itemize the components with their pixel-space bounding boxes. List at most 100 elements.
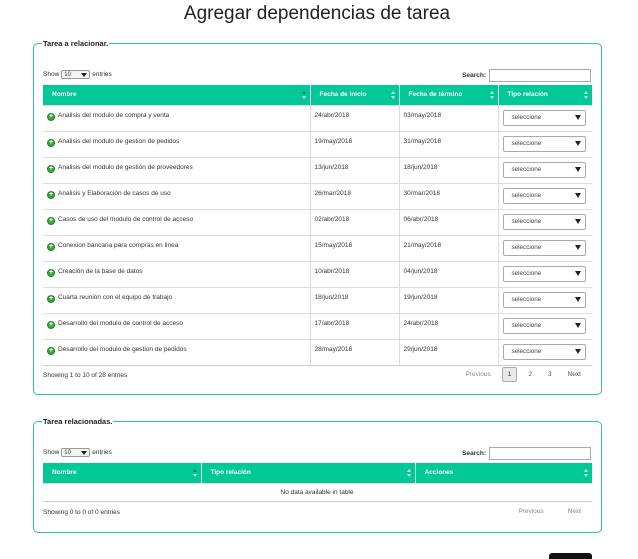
select-value: seleccione [511,166,542,173]
show-label: Show [43,71,60,78]
entries-length-select[interactable]: 10 [61,70,91,79]
column-header-nombre[interactable]: Nombre [43,85,311,105]
end-date: 24/abr/2018 [399,312,499,339]
next-button[interactable]: Next [563,505,586,518]
submit-button[interactable] [549,553,592,559]
table-row: + Analisis del modulo de gestión de prove… [43,156,592,183]
expand-plus-icon[interactable]: + [47,268,55,277]
relation-type-select[interactable]: seleccione [502,265,586,282]
select-value: seleccione [511,322,542,329]
task-name: Cuarta reunión con el equipo de trabajo [58,293,173,301]
end-date: 06/abr/2018 [399,208,499,235]
relation-cell: seleccione [498,260,592,287]
search-input[interactable] [489,69,591,82]
task-name-cell: + Creación de la base de datos [43,260,311,287]
page-button-2[interactable]: 2 [523,368,537,381]
column-label: Tipo relación [507,91,548,99]
end-date: 19/jun/2018 [399,286,499,313]
expand-plus-icon[interactable]: + [47,138,55,147]
column-header-acciones[interactable]: Acciones [415,463,592,483]
relation-type-select[interactable]: seleccione [502,343,586,360]
table-row: + Creación de la base de datos 10/abr/201… [43,260,592,287]
relation-type-select[interactable]: seleccione [502,291,586,308]
pagination: Previous 1 2 3 Next [454,367,586,382]
chevron-down-icon [574,245,581,250]
show-label: Show [43,449,60,456]
task-name-cell: + Desarrollo del modulo de gestion de ped… [43,338,311,366]
column-header-nombre[interactable]: Nombre [43,463,202,483]
page-button-1[interactable]: 1 [501,367,518,382]
table-row: + Analisis del modulo de gestion de pedid… [43,130,592,157]
relation-type-select[interactable]: seleccione [502,317,586,334]
related-tasks-table: Nombre Tipo relación Acciones No data av… [43,463,592,502]
chevron-down-icon [574,115,581,120]
task-name: Analisis del modulo de gestión de provee… [58,163,193,171]
relation-type-select[interactable]: seleccione [502,239,586,256]
relation-type-select[interactable]: seleccione [502,135,586,152]
column-header-fecha-inicio[interactable]: Fecha de inicio [310,85,400,105]
column-header-fecha-termino[interactable]: Fecha de término [399,85,499,105]
column-label: Nombre [52,91,77,99]
relation-cell: seleccione [498,234,592,261]
sort-icon [192,469,198,478]
relation-cell: seleccione [498,130,592,157]
previous-button[interactable]: Previous [513,505,548,518]
select-value: seleccione [511,270,542,277]
sort-icon [390,91,396,100]
previous-button[interactable]: Previous [460,368,495,381]
start-date: 17/abr/2018 [310,312,400,339]
entries-length-select[interactable]: 10 [61,448,91,457]
panel-legend: Tarea a relacionar. [42,39,110,49]
expand-plus-icon[interactable]: + [47,112,55,121]
search-input[interactable] [489,447,591,460]
start-date: 24/abr/2018 [310,104,400,131]
table-info: Showing 1 to 10 of 28 entries [43,372,128,379]
relation-type-select[interactable]: seleccione [502,109,586,126]
task-name-cell: + Analisis del modulo de gestion de pedid… [43,130,311,157]
length-value: 10 [64,449,71,456]
task-name: Conexion bancaria para compras en linea [58,241,179,249]
chevron-down-icon [574,271,581,276]
relation-type-select[interactable]: seleccione [502,161,586,178]
relation-type-select[interactable]: seleccione [502,187,586,204]
end-date: 30/mar/2018 [399,182,499,209]
sort-icon [301,91,307,100]
search-label: Search: [462,450,486,457]
column-label: Fecha de término [408,91,463,99]
expand-plus-icon[interactable]: + [47,320,55,329]
relation-cell: seleccione [498,156,592,183]
expand-plus-icon[interactable]: + [47,346,55,355]
page-button-3[interactable]: 3 [543,368,557,381]
relation-cell: seleccione [498,208,592,235]
task-name: Creación de la base de datos [58,267,143,275]
column-header-tipo-relacion[interactable]: Tipo relación [201,463,416,483]
task-name: Desarrollo del modulo de control de acce… [58,319,184,327]
table-row: + Cuarta reunión con el equipo de trabajo… [43,286,592,313]
sort-icon [489,91,495,100]
chevron-down-icon [81,450,88,455]
chevron-down-icon [574,349,581,354]
expand-plus-icon[interactable]: + [47,164,55,173]
next-button[interactable]: Next [563,368,586,381]
chevron-down-icon [574,193,581,198]
task-name-cell: + Desarrollo del modulo de control de acc… [43,312,311,339]
task-name: Desarrollo del modulo de gestion de pedi… [58,345,187,353]
start-date: 18/jun/2018 [310,286,400,313]
table-row: + Analisis y Elaboración de casos de uso … [43,182,592,209]
relation-cell: seleccione [498,182,592,209]
expand-plus-icon[interactable]: + [47,216,55,225]
relation-cell: seleccione [498,104,592,131]
tarea-relacionadas-panel: Tarea relacionadas. Show 10 entries Sear… [33,417,602,533]
start-date: 10/abr/2018 [310,260,400,287]
relation-type-select[interactable]: seleccione [502,213,586,230]
select-value: seleccione [511,192,542,199]
relation-cell: seleccione [498,312,592,339]
column-header-tipo-relacion[interactable]: Tipo relación [498,85,592,105]
table-row: + Casos de uso del modulo de control de a… [43,208,592,235]
task-name: Casos de uso del modulo de control de ac… [58,215,194,223]
expand-plus-icon[interactable]: + [47,294,55,303]
start-date: 02/abr/2018 [310,208,400,235]
relation-cell: seleccione [498,286,592,313]
expand-plus-icon[interactable]: + [47,242,55,251]
expand-plus-icon[interactable]: + [47,190,55,199]
